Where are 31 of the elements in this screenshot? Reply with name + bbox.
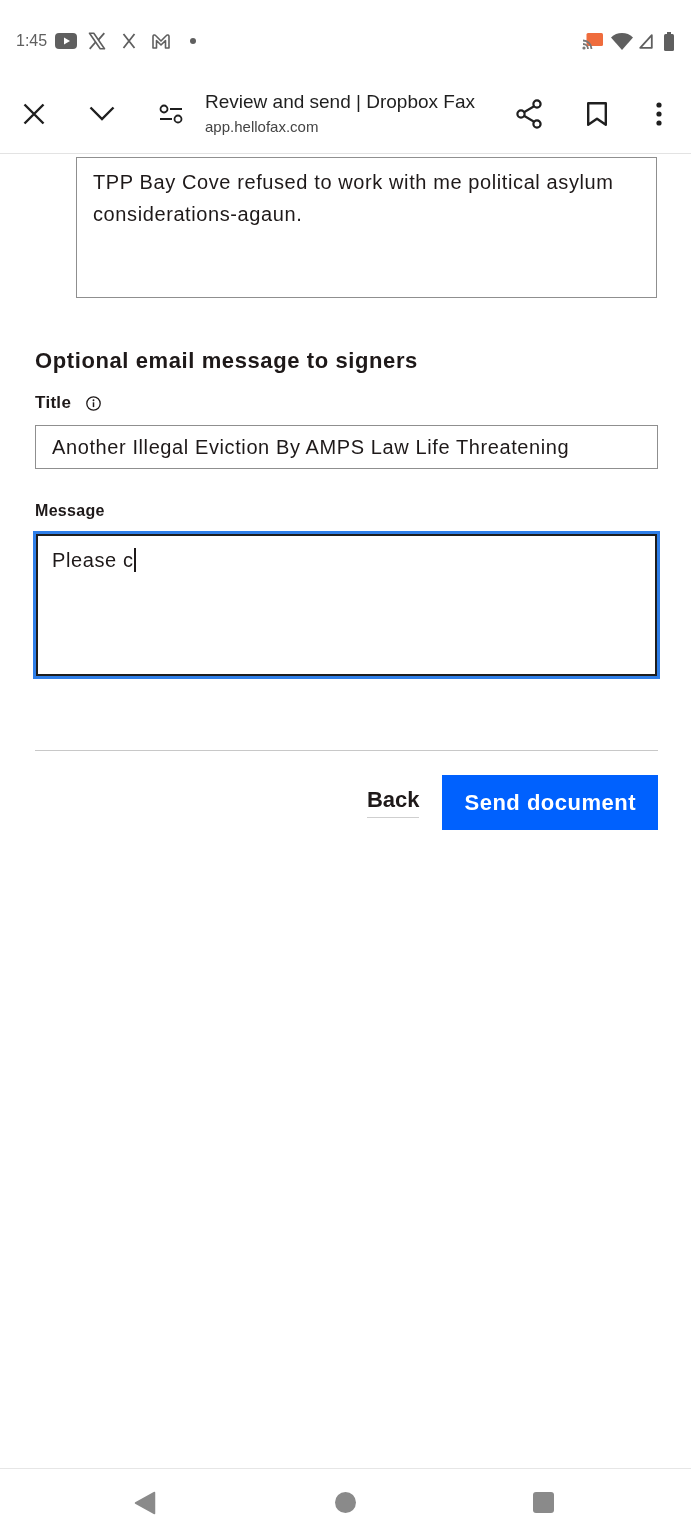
sliders-icon[interactable] <box>158 103 183 124</box>
share-icon[interactable] <box>515 98 543 129</box>
message-field[interactable]: Please c <box>33 531 660 679</box>
battery-icon <box>664 31 674 51</box>
home-icon[interactable] <box>334 1492 356 1513</box>
cast-icon <box>582 32 604 50</box>
more-icon[interactable] <box>656 101 662 126</box>
chevron-down-icon[interactable] <box>89 106 115 121</box>
x-mark-icon <box>88 32 107 50</box>
back-icon[interactable] <box>134 1490 156 1515</box>
notification-dot-icon <box>190 38 197 44</box>
text-cursor <box>133 548 136 572</box>
x-mark-icon <box>122 33 137 49</box>
signal-icon <box>639 33 653 49</box>
message-label: Message <box>35 501 106 521</box>
status-time: 1:45 <box>16 31 48 51</box>
info-icon[interactable] <box>86 395 102 411</box>
back-link[interactable]: Back <box>366 787 420 818</box>
note-field[interactable]: TPP Bay Cove refused to work with me political asylum considerations-agaun. <box>76 157 657 298</box>
bookmark-icon[interactable] <box>586 100 608 127</box>
page-url: app.hellofax.com <box>205 117 320 137</box>
recents-icon[interactable] <box>532 1492 554 1513</box>
wifi-icon <box>611 32 633 50</box>
send-document-button[interactable]: Send document <box>442 775 658 830</box>
title-label: Title <box>35 392 72 414</box>
mail-icon <box>151 33 172 49</box>
title-input[interactable]: Another Illegal Eviction By AMPS Law Life Threatening <box>35 425 658 469</box>
section-heading: Optional email message to signers <box>35 347 419 374</box>
page-title: Review and send | Dropbox Fax <box>205 90 477 114</box>
close-icon[interactable] <box>23 102 45 125</box>
video-play-icon <box>55 33 78 49</box>
